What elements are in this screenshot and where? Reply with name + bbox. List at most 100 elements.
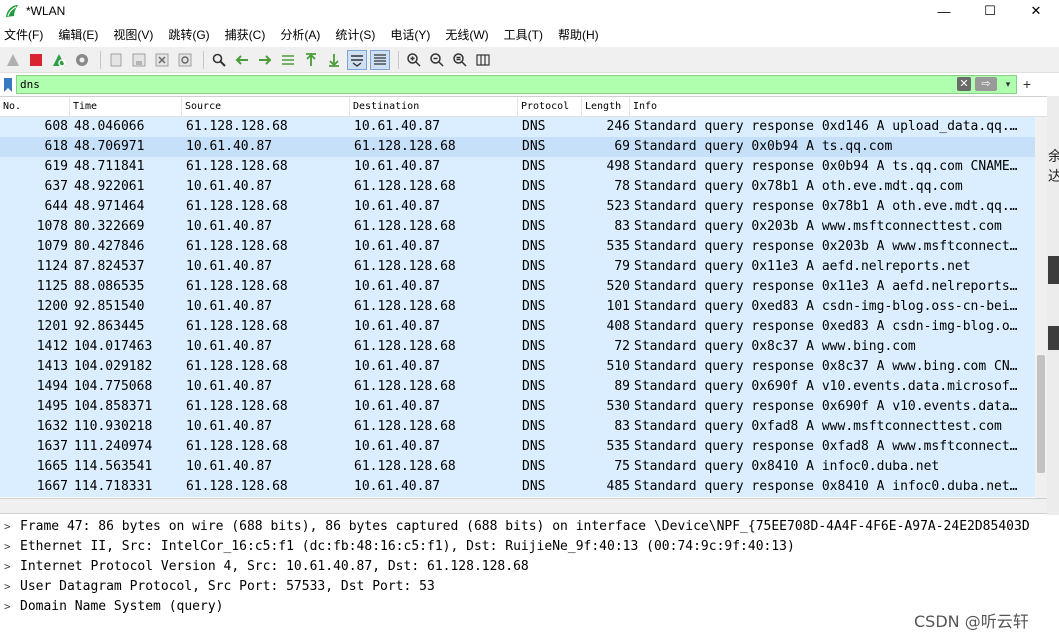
packet-row[interactable]: 637 48.922061 10.61.40.87 61.128.128.68 DNS 7… (0, 177, 1035, 197)
start-capture-button[interactable] (3, 50, 23, 70)
packet-cell-src: 61.128.128.68 (186, 439, 288, 454)
find-packet-button[interactable] (209, 50, 229, 70)
column-header-protocol[interactable]: Protocol (518, 97, 582, 117)
save-file-button[interactable] (129, 50, 149, 70)
go-to-packet-icon (282, 54, 294, 65)
packet-row[interactable]: 608 48.046066 61.128.128.68 10.61.40.87 DNS 2… (0, 117, 1035, 137)
packet-row[interactable]: 618 48.706971 10.61.40.87 61.128.128.68 DNS 6… (0, 137, 1035, 157)
packet-cell-time: 80.322669 (74, 219, 145, 234)
packet-row[interactable]: 1078 80.322669 10.61.40.87 61.128.128.68 DNS… (0, 217, 1035, 237)
filter-history-dropdown[interactable]: ▾ (1001, 77, 1015, 91)
close-button[interactable]: ✕ (1013, 0, 1059, 22)
stop-capture-button[interactable] (26, 50, 46, 70)
packet-row[interactable]: 1124 87.824537 10.61.40.87 61.128.128.68 DNS… (0, 257, 1035, 277)
packet-cell-info: Standard query response 0xfad8 A www.msf… (634, 439, 1018, 454)
restart-fin-icon (53, 53, 66, 67)
normal-size-button[interactable] (450, 50, 470, 70)
packet-cell-info: Standard query response 0x8410 A infoc0.… (634, 479, 1018, 494)
colorize-button[interactable] (370, 49, 390, 70)
packet-row[interactable]: 1200 92.851540 10.61.40.87 61.128.128.68 DNS… (0, 297, 1035, 317)
packet-row[interactable]: 619 48.711841 61.128.128.68 10.61.40.87 DNS 4… (0, 157, 1035, 177)
column-header-time[interactable]: Time (70, 97, 182, 117)
zoom-out-button[interactable] (427, 50, 447, 70)
menu-tools[interactable]: 工具(T) (504, 26, 543, 43)
packet-cell-proto: DNS (522, 319, 546, 334)
pane-splitter[interactable] (0, 498, 1047, 514)
packet-row[interactable]: 1412 104.017463 10.61.40.87 61.128.128.68 DN… (0, 337, 1035, 357)
packet-cell-no: 1201 (36, 319, 68, 334)
menu-wireless[interactable]: 无线(W) (445, 26, 488, 43)
reload-file-button[interactable] (175, 50, 195, 70)
packet-row[interactable]: 644 48.971464 61.128.128.68 10.61.40.87 DNS 5… (0, 197, 1035, 217)
go-to-packet-button[interactable] (278, 50, 298, 70)
packet-row[interactable]: 1665 114.563541 10.61.40.87 61.128.128.68 DN… (0, 457, 1035, 477)
menu-analyze[interactable]: 分析(A) (280, 26, 320, 43)
zoom-reset-icon (453, 52, 467, 67)
expand-arrow-icon[interactable]: > (4, 577, 14, 597)
menu-help[interactable]: 帮助(H) (558, 26, 599, 43)
packet-row[interactable]: 1632 110.930218 10.61.40.87 61.128.128.68 DN… (0, 417, 1035, 437)
menu-capture[interactable]: 捕获(C) (225, 26, 266, 43)
restart-capture-button[interactable] (49, 50, 69, 70)
open-file-button[interactable] (106, 50, 126, 70)
packet-cell-time: 92.851540 (74, 299, 145, 314)
packet-cell-dst: 61.128.128.68 (354, 339, 456, 354)
close-file-button[interactable] (152, 50, 172, 70)
packet-cell-len: 83 (614, 219, 630, 234)
capture-options-button[interactable] (72, 50, 92, 70)
add-filter-button[interactable]: + (1020, 76, 1034, 92)
expand-arrow-icon[interactable]: > (4, 517, 14, 537)
go-last-packet-button[interactable] (324, 50, 344, 70)
detail-udp[interactable]: > User Datagram Protocol, Src Port: 5753… (0, 577, 1059, 597)
packet-cell-len: 535 (606, 439, 630, 454)
packet-cell-proto: DNS (522, 279, 546, 294)
detail-ethernet[interactable]: > Ethernet II, Src: IntelCor_16:c5:f1 (d… (0, 537, 1059, 557)
resize-columns-button[interactable] (473, 50, 493, 70)
column-header-length[interactable]: Length (582, 97, 630, 117)
packet-row[interactable]: 1667 114.718331 61.128.128.68 10.61.40.87 DN… (0, 477, 1035, 497)
packet-row[interactable]: 1637 111.240974 61.128.128.68 10.61.40.87 DN… (0, 437, 1035, 457)
packet-row[interactable]: 1201 92.863445 61.128.128.68 10.61.40.87 DNS… (0, 317, 1035, 337)
packet-cell-info: Standard query response 0x0b94 A ts.qq.c… (634, 159, 1018, 174)
menu-view[interactable]: 视图(V) (113, 26, 153, 43)
maximize-button[interactable]: ☐ (967, 0, 1013, 22)
column-header-info[interactable]: Info (630, 97, 1047, 117)
menu-edit[interactable]: 编辑(E) (58, 26, 98, 43)
zoom-in-button[interactable] (404, 50, 424, 70)
packet-row[interactable]: 1125 88.086535 61.128.128.68 10.61.40.87 DNS… (0, 277, 1035, 297)
column-header-source[interactable]: Source (182, 97, 350, 117)
display-filter-input[interactable]: dns (16, 75, 1017, 94)
detail-dns[interactable]: > Domain Name System (query) (0, 597, 1059, 617)
filter-bookmark-button[interactable] (0, 74, 16, 95)
menu-telephony[interactable]: 电话(Y) (390, 26, 430, 43)
packet-row[interactable]: 1413 104.029182 61.128.128.68 10.61.40.87 DN… (0, 357, 1035, 377)
expand-arrow-icon[interactable]: > (4, 597, 14, 617)
packet-list-scrollbar[interactable] (1035, 117, 1047, 498)
packet-cell-dst: 10.61.40.87 (354, 199, 441, 214)
minimize-button[interactable]: — (921, 0, 967, 22)
packet-cell-proto: DNS (522, 199, 546, 214)
scrollbar-thumb[interactable] (1037, 355, 1045, 473)
column-header-destination[interactable]: Destination (350, 97, 518, 117)
packet-cell-proto: DNS (522, 439, 546, 454)
packet-cell-time: 88.086535 (74, 279, 145, 294)
packet-row[interactable]: 1494 104.775068 10.61.40.87 61.128.128.68 DN… (0, 377, 1035, 397)
menu-file[interactable]: 文件(F) (4, 26, 43, 43)
expand-arrow-icon[interactable]: > (4, 557, 14, 577)
go-forward-button[interactable] (255, 50, 275, 70)
packet-row[interactable]: 1079 80.427846 61.128.128.68 10.61.40.87 DNS… (0, 237, 1035, 257)
packet-row[interactable]: 1495 104.858371 61.128.128.68 10.61.40.87 DN… (0, 397, 1035, 417)
menu-statistics[interactable]: 统计(S) (335, 26, 375, 43)
menu-go[interactable]: 跳转(G) (168, 26, 209, 43)
apply-filter-button[interactable]: ⇨ (975, 77, 997, 91)
detail-ip[interactable]: > Internet Protocol Version 4, Src: 10.6… (0, 557, 1059, 577)
clear-filter-button[interactable]: ✕ (957, 77, 971, 91)
expand-arrow-icon[interactable]: > (4, 537, 14, 557)
auto-scroll-button[interactable] (347, 49, 367, 70)
column-header-no[interactable]: No. (0, 97, 70, 117)
go-back-button[interactable] (232, 50, 252, 70)
packet-cell-proto: DNS (522, 339, 546, 354)
packet-cell-src: 10.61.40.87 (186, 339, 273, 354)
go-first-packet-button[interactable] (301, 50, 321, 70)
detail-frame[interactable]: > Frame 47: 86 bytes on wire (688 bits),… (0, 517, 1059, 537)
